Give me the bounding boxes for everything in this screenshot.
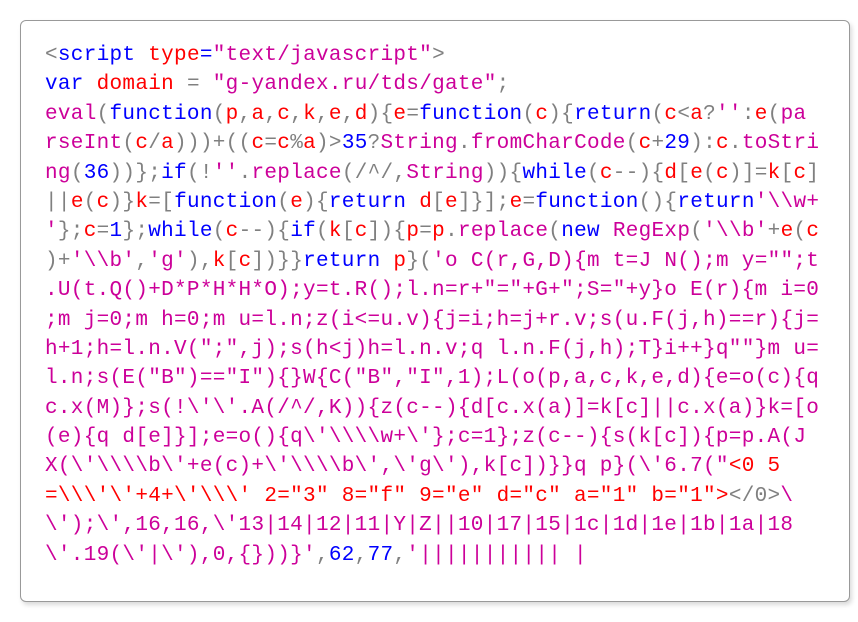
code-content: <script type="text/javascript">var domai… xyxy=(45,44,819,567)
code-block: <script type="text/javascript">var domai… xyxy=(20,20,850,602)
